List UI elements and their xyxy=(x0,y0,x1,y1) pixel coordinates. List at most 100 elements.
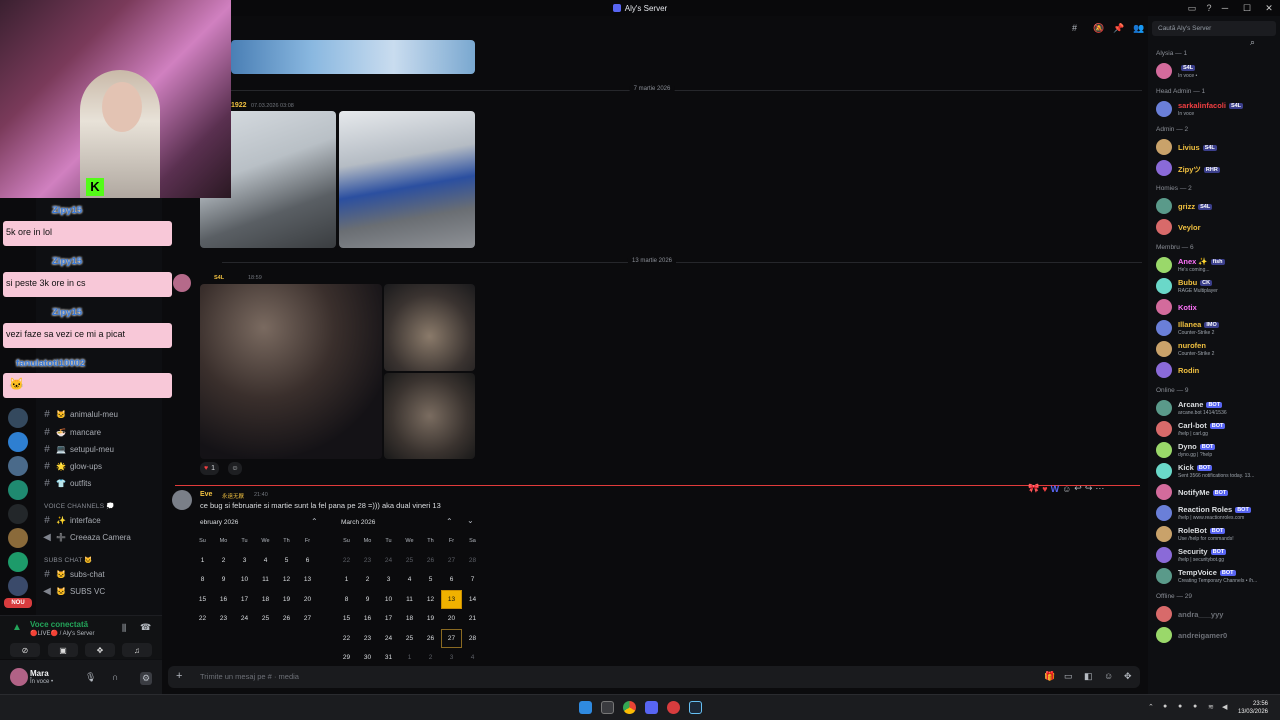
member-item[interactable]: andreigamer0 xyxy=(1154,625,1278,645)
close-window-button[interactable]: ✕ xyxy=(1258,0,1280,16)
calendar-day[interactable]: 31 xyxy=(378,648,399,668)
maximize-button[interactable]: ☐ xyxy=(1236,0,1258,16)
search-icon[interactable]: ⌕ xyxy=(1250,37,1255,48)
tray-app-icon[interactable]: ● xyxy=(1193,703,1197,710)
calendar-day[interactable]: 15 xyxy=(336,609,357,629)
calendar-day[interactable]: 1 xyxy=(192,551,213,571)
cat-photo[interactable] xyxy=(384,373,475,459)
member-item[interactable]: Kick BOT Sent 3566 notifications today. 13… xyxy=(1154,461,1278,481)
calendar-day[interactable]: 16 xyxy=(213,590,234,610)
server-icon[interactable] xyxy=(8,576,28,596)
member-item[interactable]: RoleBot BOT Use /help for commands! xyxy=(1154,524,1278,544)
member-item[interactable]: Security BOT/help | securitybot.gg xyxy=(1154,545,1278,565)
message-input[interactable]: Trimite un mesaj pe # · media xyxy=(200,672,299,681)
calendar-day[interactable]: 23 xyxy=(357,629,378,649)
chevron-down-icon[interactable]: ⌄ xyxy=(467,516,474,525)
voice-status-title[interactable]: Voce conectată xyxy=(30,620,88,629)
minimize-button[interactable]: ─ xyxy=(1214,0,1236,16)
server-icon[interactable] xyxy=(8,552,28,572)
message-input-bar[interactable]: + Trimite un mesaj pe # · media 🎁 ▭ ◧ ☺ … xyxy=(168,666,1140,688)
wifi-icon[interactable]: ≋ xyxy=(1208,703,1214,711)
calendar-day[interactable]: 24 xyxy=(378,551,399,571)
member-item[interactable]: nurofen Counter-Strike 2 xyxy=(1154,339,1278,359)
calendar-day[interactable]: 25 xyxy=(255,609,276,629)
heart-reaction[interactable]: ♥ 1 xyxy=(200,462,220,475)
volume-icon[interactable]: ◀ xyxy=(1222,703,1227,711)
heart-reaction-icon[interactable]: ♥ xyxy=(1042,484,1047,494)
disconnect-icon[interactable]: ☎ xyxy=(140,622,151,633)
add-reaction-button[interactable]: ☺ xyxy=(228,462,242,475)
channel-animalul-meu[interactable]: # 🐱 animalul-meu xyxy=(42,406,160,422)
bow-reaction-icon[interactable]: 🎀 xyxy=(1028,483,1039,494)
member-item[interactable]: andra___yyy xyxy=(1154,604,1278,624)
server-icon[interactable] xyxy=(8,528,28,548)
calendar-day[interactable]: 12 xyxy=(276,570,297,590)
apps-icon[interactable]: ✥ xyxy=(1124,671,1132,682)
reply-icon[interactable]: ↩ xyxy=(1074,483,1082,494)
calendar-day[interactable]: 2 xyxy=(420,648,441,668)
soundboard-button[interactable]: ♫ xyxy=(122,643,152,657)
channel-creeaza-camera[interactable]: ◀ ➕ Creeaza Camera xyxy=(42,529,160,545)
channel-interface[interactable]: # ✨ interface xyxy=(42,512,160,528)
add-attachment-icon[interactable]: + xyxy=(176,670,182,682)
server-icon[interactable] xyxy=(8,432,28,452)
calendar-day[interactable]: 20 xyxy=(297,590,318,610)
member-item[interactable]: Rodin xyxy=(1154,360,1278,380)
member-item[interactable]: Carl-bot BOT/help | carl.gg xyxy=(1154,419,1278,439)
activities-button[interactable]: ✥ xyxy=(85,643,115,657)
member-item[interactable]: Anex ✨ fish He's coming... xyxy=(1154,255,1278,275)
sticker-icon[interactable]: ◧ xyxy=(1084,671,1093,682)
calendar-day[interactable]: 17 xyxy=(234,590,255,610)
calendar-day[interactable]: 26 xyxy=(420,551,441,571)
calendar-day[interactable]: 21 xyxy=(462,609,483,629)
explorer-icon[interactable] xyxy=(601,701,614,714)
member-list-icon[interactable]: 👥 xyxy=(1133,23,1144,34)
calendar-day[interactable]: 6 xyxy=(297,551,318,571)
calendar-day[interactable]: 22 xyxy=(336,551,357,571)
username[interactable]: Mara xyxy=(30,669,49,678)
calendar-day[interactable]: 19 xyxy=(420,609,441,629)
cat-photo[interactable] xyxy=(200,284,382,459)
message-image[interactable] xyxy=(231,40,475,74)
calendar-day[interactable]: 2 xyxy=(357,570,378,590)
clock[interactable]: 23:56 13/03/2026 xyxy=(1238,700,1268,716)
calendar-day[interactable]: 4 xyxy=(399,570,420,590)
calendar-day[interactable]: 3 xyxy=(378,570,399,590)
calendar-day[interactable]: 10 xyxy=(234,570,255,590)
help-icon[interactable]: ? xyxy=(1204,3,1214,13)
settings-gear-icon[interactable]: ⚙ xyxy=(140,672,153,685)
calendar-day-today[interactable]: 13 xyxy=(441,589,462,609)
calendar-day[interactable]: 19 xyxy=(276,590,297,610)
calendar-day[interactable]: 8 xyxy=(336,590,357,610)
discord-icon[interactable] xyxy=(645,701,658,714)
calendar-day[interactable]: 11 xyxy=(255,570,276,590)
calendar-day[interactable]: 1 xyxy=(336,570,357,590)
member-item[interactable]: Dyno BOT dyno.gg | ?help xyxy=(1154,440,1278,460)
member-item[interactable]: Reaction Roles BOT/help | www.reactionrol… xyxy=(1154,503,1278,523)
message-author[interactable]: 1922 xyxy=(231,102,247,109)
avatar[interactable] xyxy=(172,490,192,510)
channel-glow-ups[interactable]: # 🌟 glow-ups xyxy=(42,458,160,474)
member-item[interactable]: NotifyMe BOT xyxy=(1154,482,1278,502)
member-item[interactable]: sarkalinfacoli S4L În voce xyxy=(1154,99,1278,119)
calendar-day[interactable]: 1 xyxy=(399,648,420,668)
threads-icon[interactable]: # xyxy=(1072,23,1077,33)
member-item[interactable]: Arcane BOT arcane.bot 1414/1536 xyxy=(1154,398,1278,418)
server-icon[interactable] xyxy=(8,480,28,500)
member-item[interactable]: Illanea IMO Counter-Strike 2 xyxy=(1154,318,1278,338)
calendar-day[interactable]: 25 xyxy=(399,551,420,571)
calendar-day[interactable]: 15 xyxy=(192,590,213,610)
camera-button[interactable]: ⊘ xyxy=(10,643,40,657)
server-icon[interactable] xyxy=(8,504,28,524)
server-icon[interactable] xyxy=(8,408,28,428)
member-item[interactable]: Veylor xyxy=(1154,217,1278,237)
chrome-icon[interactable] xyxy=(623,701,636,714)
channel-mancare[interactable]: # 🍜 mancare xyxy=(42,424,160,440)
calendar-day[interactable]: 18 xyxy=(255,590,276,610)
noise-suppression-icon[interactable]: ⫼ xyxy=(122,623,126,634)
member-item[interactable]: Livius S4L xyxy=(1154,137,1278,157)
member-item[interactable]: Zipyツ RHR xyxy=(1154,158,1278,178)
calendar-day[interactable]: 3 xyxy=(441,648,462,668)
add-reaction-icon[interactable]: ☺ xyxy=(1062,484,1071,494)
calendar-day[interactable]: 29 xyxy=(336,648,357,668)
